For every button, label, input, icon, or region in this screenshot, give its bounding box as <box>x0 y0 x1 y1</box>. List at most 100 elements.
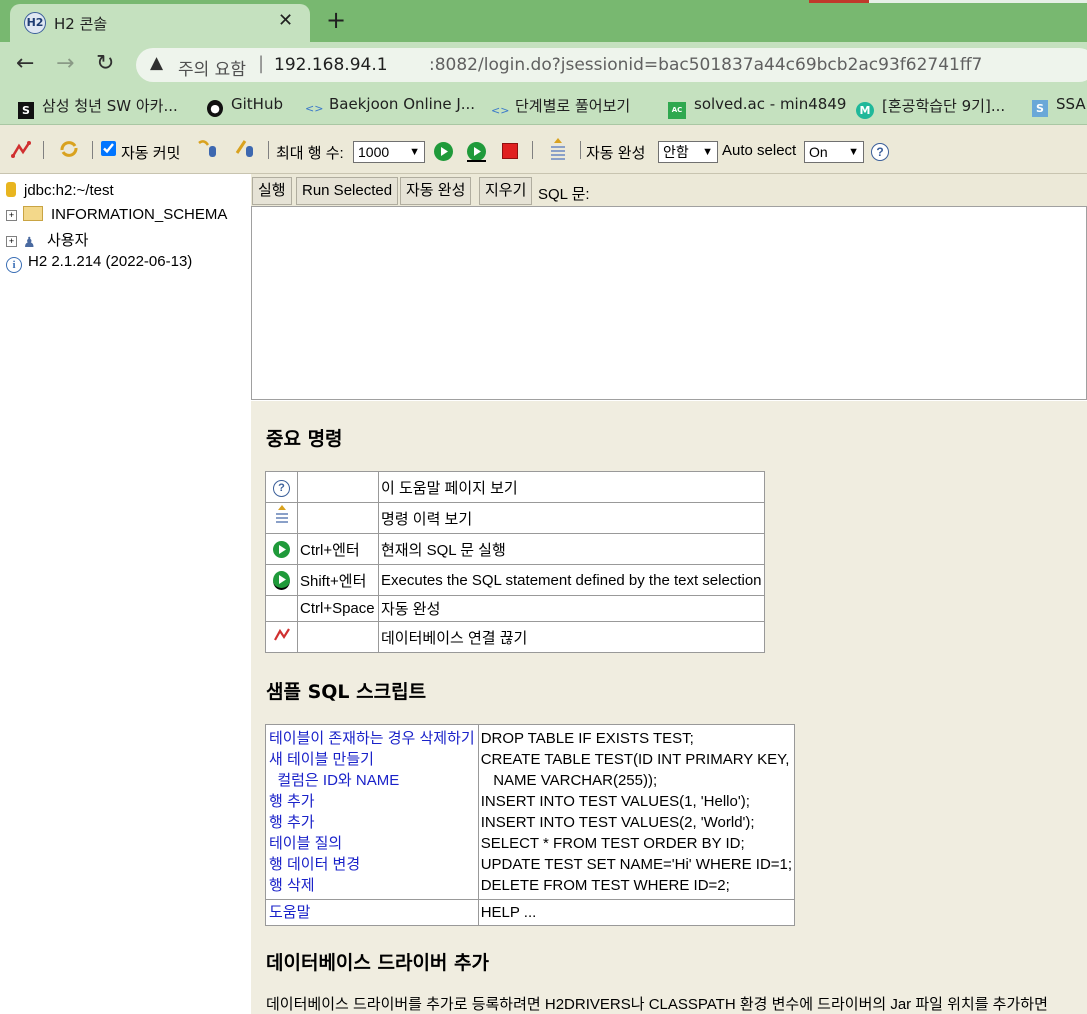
expand-icon[interactable]: + <box>6 210 17 221</box>
bookmark-item[interactable]: S 삼성 청년 SW 아카... <box>18 95 178 119</box>
max-rows-select[interactable]: 1000 ▼ <box>353 141 425 163</box>
sample-link[interactable]: 행 삭제 <box>269 875 475 896</box>
disconnect-icon[interactable] <box>10 140 32 160</box>
table-row: Ctrl+엔터 현재의 SQL 문 실행 <box>265 533 765 565</box>
version-label: H2 2.1.214 (2022-06-13) <box>28 253 193 270</box>
sql-line: INSERT INTO TEST VALUES(2, 'World'); <box>480 814 755 831</box>
autocomplete-select[interactable]: 안함 ▼ <box>658 141 718 163</box>
shortcut-key: Shift+엔터 <box>297 564 379 596</box>
toolbar-separator <box>43 141 44 159</box>
expand-icon[interactable]: + <box>6 236 17 247</box>
tree-item-label: INFORMATION_SCHEMA <box>51 206 228 223</box>
history-icon[interactable] <box>549 137 567 163</box>
commit-icon[interactable] <box>233 137 257 159</box>
run-selected-icon[interactable] <box>273 570 290 590</box>
help-icon[interactable]: ? <box>273 479 290 497</box>
h2-favicon-icon: H2 <box>24 12 46 34</box>
toolbar-separator <box>532 141 533 159</box>
samsung-icon: S <box>1032 100 1048 117</box>
address-bar[interactable]: ▲ 주의 요함 | 192.168.94.1 :8082/login.do?js… <box>136 48 1087 82</box>
browser-tab[interactable]: H2 H2 콘솔 ✕ <box>10 4 310 42</box>
bookmark-item[interactable]: <> Baekjoon Online J... <box>305 95 475 117</box>
code-icon: <> <box>305 102 324 115</box>
command-description: 이 도움말 페이지 보기 <box>378 471 765 503</box>
sample-link[interactable]: 테이블 질의 <box>269 833 475 854</box>
sample-link[interactable]: 테이블이 존재하는 경우 삭제하기 <box>269 728 475 749</box>
sample-link[interactable]: 행 추가 <box>269 791 475 812</box>
sql-line: NAME VARCHAR(255)); <box>480 772 658 789</box>
new-tab-button[interactable]: + <box>326 6 346 34</box>
toolbar-separator <box>580 141 581 159</box>
commands-table: ? 이 도움말 페이지 보기 명령 이력 보기 Ctrl+엔터 현재의 SQL … <box>265 471 765 653</box>
shortcut-key <box>297 502 379 534</box>
sample-sql-table: 테이블이 존재하는 경우 삭제하기 새 테이블 만들기 컬럼은 ID와 NAME… <box>265 724 796 926</box>
run-icon[interactable] <box>273 540 290 558</box>
rollback-icon[interactable] <box>196 137 220 159</box>
autocommit-checkbox[interactable] <box>101 141 116 156</box>
run-selected-button[interactable]: Run Selected <box>296 177 399 205</box>
code-icon: <> <box>491 104 510 117</box>
shortcut-key: Ctrl+엔터 <box>297 533 379 565</box>
refresh-icon[interactable] <box>58 138 80 160</box>
sql-line: DROP TABLE IF EXISTS TEST; <box>480 730 694 747</box>
forward-arrow-icon[interactable]: → <box>56 51 74 76</box>
max-rows-value: 1000 <box>358 144 390 160</box>
solvedac-icon: AC <box>668 102 686 119</box>
sample-links-cell: 테이블이 존재하는 경우 삭제하기 새 테이블 만들기 컬럼은 ID와 NAME… <box>265 724 479 900</box>
sample-link[interactable]: 행 데이터 변경 <box>269 854 475 875</box>
history-icon[interactable] <box>274 504 290 528</box>
add-driver-heading: 데이터베이스 드라이버 추가 <box>266 952 489 974</box>
sample-link[interactable]: 행 추가 <box>269 812 475 833</box>
table-row: 테이블이 존재하는 경우 삭제하기 새 테이블 만들기 컬럼은 ID와 NAME… <box>265 724 796 900</box>
sql-line: UPDATE TEST SET NAME='Hi' WHERE ID=1; <box>480 856 793 873</box>
tab-close-icon[interactable]: ✕ <box>278 10 293 31</box>
help-icon[interactable]: ? <box>871 143 889 161</box>
bookmark-label: SSA <box>1056 95 1086 113</box>
table-cell: ? <box>265 471 298 503</box>
address-separator: | <box>258 53 265 74</box>
users-icon: ♟ <box>23 234 36 250</box>
max-rows-label: 최대 행 수: <box>276 145 344 162</box>
warning-triangle-icon[interactable]: ▲ <box>150 53 163 73</box>
bookmark-label: Baekjoon Online J... <box>329 95 476 113</box>
run-selected-icon[interactable] <box>467 142 486 162</box>
autoselect-select[interactable]: On ▼ <box>804 141 864 163</box>
back-arrow-icon[interactable]: ← <box>16 51 34 76</box>
security-warning-text[interactable]: 주의 요함 <box>178 55 246 80</box>
clear-button[interactable]: 지우기 <box>479 177 533 205</box>
chevron-down-icon: ▼ <box>702 146 713 158</box>
navigation-bar: ← → ↻ ▲ 주의 요함 | 192.168.94.1 :8082/login… <box>0 42 1087 88</box>
bookmark-label: [혼공학습단 9기]... <box>882 97 1006 115</box>
info-icon: i <box>6 257 22 273</box>
toolbar-separator <box>92 141 93 159</box>
bookmark-item[interactable]: ● GitHub <box>207 95 283 117</box>
disconnect-icon[interactable] <box>272 626 292 644</box>
folder-icon <box>23 206 43 221</box>
tree-connection-item[interactable]: jdbc:h2:~/test <box>6 182 114 199</box>
bookmark-item[interactable]: <> 단계별로 풀어보기 <box>491 95 630 119</box>
sample-link[interactable]: 컬럼은 ID와 NAME <box>269 770 475 791</box>
sample-link[interactable]: 새 테이블 만들기 <box>269 749 475 770</box>
toolbar-separator <box>268 141 269 159</box>
h2-toolbar: 자동 커밋 최대 행 수: 1000 ▼ 자동 완성 안함 ▼ Auto selec… <box>0 125 1087 174</box>
command-description: 자동 완성 <box>378 595 765 622</box>
autocomplete-button[interactable]: 자동 완성 <box>400 177 472 205</box>
url-path: :8082/login.do?jsessionid=bac501837a44c6… <box>429 55 983 75</box>
table-row: 도움말 HELP ... <box>265 899 796 926</box>
connection-label: jdbc:h2:~/test <box>24 182 114 199</box>
reload-icon[interactable]: ↻ <box>96 51 114 76</box>
help-link[interactable]: 도움말 <box>269 904 310 921</box>
tree-item-users[interactable]: + ♟ 사용자 <box>6 229 88 250</box>
bookmark-item[interactable]: AC solved.ac - min4849 <box>668 95 846 119</box>
run-icon[interactable] <box>434 142 453 161</box>
github-icon: ● <box>207 100 223 117</box>
command-description: 현재의 SQL 문 실행 <box>378 533 765 565</box>
table-row: Shift+엔터 Executes the SQL statement defi… <box>265 564 765 596</box>
bookmark-item[interactable]: M [혼공학습단 9기]... <box>856 95 1005 119</box>
table-row: ? 이 도움말 페이지 보기 <box>265 471 765 503</box>
stop-icon[interactable] <box>502 143 518 159</box>
sql-editor[interactable] <box>251 206 1087 400</box>
bookmark-item[interactable]: S SSA <box>1032 95 1086 117</box>
tree-item-information-schema[interactable]: + INFORMATION_SCHEMA <box>6 206 227 223</box>
execute-button[interactable]: 실행 <box>252 177 292 205</box>
